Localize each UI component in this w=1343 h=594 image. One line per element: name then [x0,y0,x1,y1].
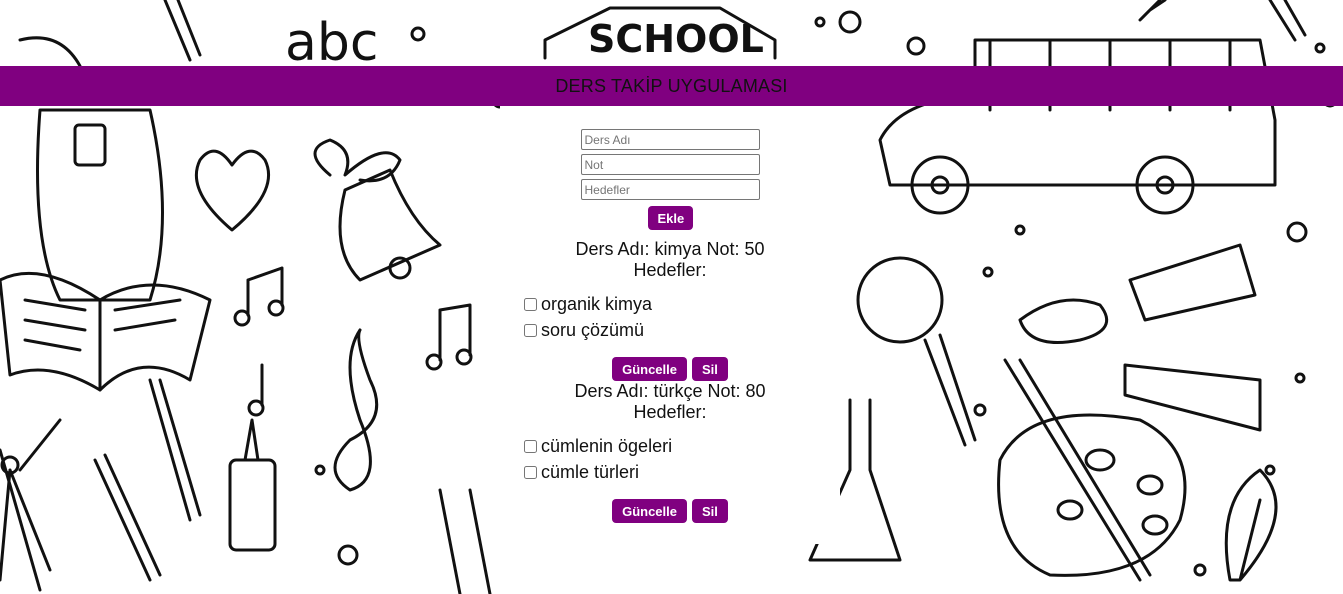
goal-label: soru çözümü [541,319,645,340]
goal-list: cümlenin ögeleri cümle türleri [500,433,840,485]
course-actions: Güncelle Sil [500,499,840,523]
goal-list: organik kimya soru çözümü [500,291,840,343]
goals-label: Hedefler: [633,402,707,422]
page-title: DERS TAKİP UYGULAMASI [555,75,788,96]
app-header: DERS TAKİP UYGULAMASI [0,66,1343,106]
course-card: Ders Adı: kimya Not: 50 Hedefler: organi… [500,239,840,381]
goals-label: Hedefler: [633,260,707,280]
main-panel: Ekle Ders Adı: kimya Not: 50 Hedefler: o… [500,106,840,544]
add-button[interactable]: Ekle [647,206,693,230]
goal-item[interactable]: cümlenin ögeleri [523,433,840,459]
school-sign-text: SCHOOL [588,17,764,61]
goal-item[interactable]: soru çözümü [523,317,840,343]
course-title: Ders Adı: türkçe Not: 80 [574,381,766,401]
delete-button[interactable]: Sil [692,357,728,381]
course-title: Ders Adı: kimya Not: 50 [575,239,765,259]
course-card: Ders Adı: türkçe Not: 80 Hedefler: cümle… [500,381,840,523]
goal-checkbox[interactable] [524,323,537,337]
update-button[interactable]: Güncelle [612,357,687,381]
abc-letters: abc [285,13,378,73]
course-form: Ekle [500,106,840,230]
goal-label: cümlenin ögeleri [541,435,673,456]
goal-item[interactable]: organik kimya [523,291,840,317]
course-actions: Güncelle Sil [500,357,840,381]
grade-input[interactable] [580,154,760,175]
goal-checkbox[interactable] [524,439,537,453]
goal-label: cümle türleri [541,461,640,482]
goal-checkbox[interactable] [524,297,537,311]
goal-item[interactable]: cümle türleri [523,459,840,485]
goal-checkbox[interactable] [524,465,537,479]
goals-input[interactable] [580,179,760,200]
delete-button[interactable]: Sil [692,499,728,523]
goal-label: organik kimya [541,293,653,314]
update-button[interactable]: Güncelle [612,499,687,523]
course-name-input[interactable] [580,129,760,150]
